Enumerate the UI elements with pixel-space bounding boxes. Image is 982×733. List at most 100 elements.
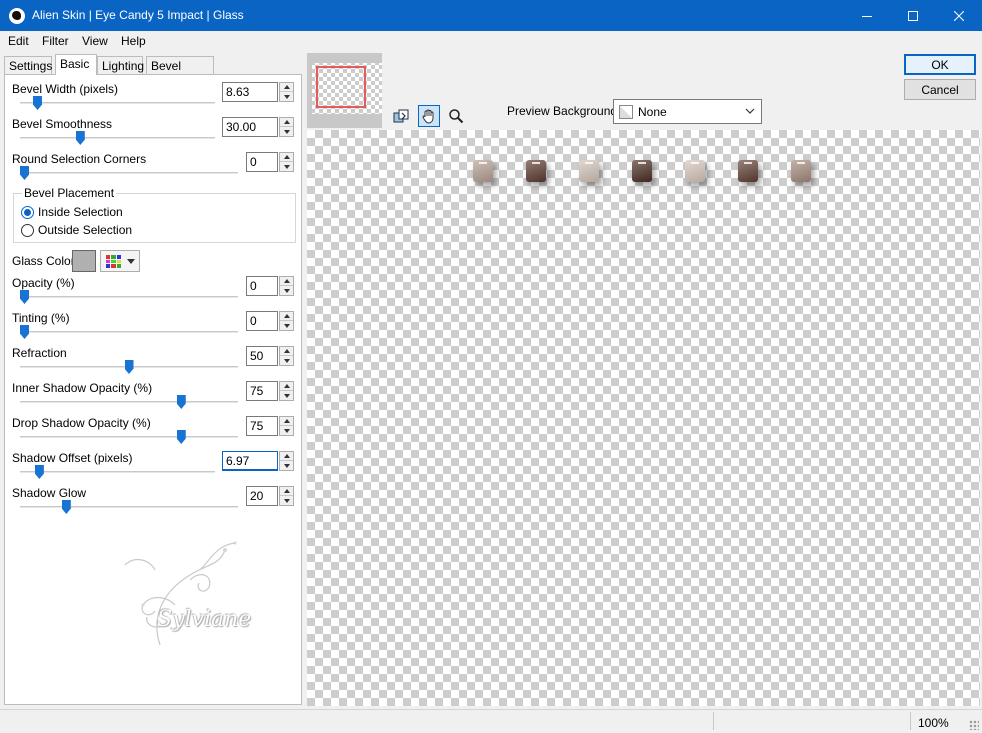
bevel-smoothness-slider-thumb[interactable] <box>75 131 85 145</box>
menu-help[interactable]: Help <box>121 34 146 48</box>
selection-preview-button[interactable] <box>390 105 412 127</box>
inside-selection-label[interactable]: Inside Selection <box>38 205 123 219</box>
preview-background-label: Preview Background: <box>507 104 621 118</box>
inner-shadow-opacity-slider-thumb[interactable] <box>176 395 186 409</box>
drop-shadow-opacity-slider-track[interactable] <box>20 436 238 438</box>
bevel-smoothness-input[interactable]: 30.00 <box>222 117 278 137</box>
shadow-glow-slider-track[interactable] <box>20 506 238 508</box>
inside-selection-radio[interactable] <box>21 206 34 219</box>
preview-background-select[interactable]: None <box>613 99 762 124</box>
refraction-arrows[interactable] <box>279 346 294 366</box>
shadow-glow-arrows[interactable] <box>279 486 294 506</box>
refraction-input[interactable]: 50 <box>246 346 278 366</box>
drop-shadow-opacity-arrows[interactable] <box>279 416 294 436</box>
spin-up-icon[interactable] <box>280 118 293 127</box>
glass-tile <box>473 160 493 182</box>
tab-basic[interactable]: Basic <box>55 54 97 75</box>
drop-shadow-opacity-label: Drop Shadow Opacity (%) <box>12 416 151 430</box>
cancel-button[interactable]: Cancel <box>904 79 976 100</box>
bevel-placement-group: Bevel Placement Inside Selection Outside… <box>13 186 296 243</box>
round-corners-arrows[interactable] <box>279 152 294 172</box>
spin-up-icon[interactable] <box>280 277 293 286</box>
bevel-width-slider-thumb[interactable] <box>33 96 43 110</box>
spin-down-icon[interactable] <box>280 162 293 171</box>
outside-selection-label[interactable]: Outside Selection <box>38 223 132 237</box>
shadow-offset-arrows[interactable] <box>279 451 294 471</box>
round-corners-slider-thumb[interactable] <box>20 166 29 180</box>
shadow-glow-input[interactable]: 20 <box>246 486 278 506</box>
window-title: Alien Skin | Eye Candy 5 Impact | Glass <box>32 8 244 22</box>
inner-shadow-opacity-slider-track[interactable] <box>20 401 238 403</box>
opacity-slider-thumb[interactable] <box>20 290 29 304</box>
spin-down-icon[interactable] <box>280 92 293 101</box>
refraction-slider-thumb[interactable] <box>124 360 134 374</box>
menu-edit[interactable]: Edit <box>8 34 29 48</box>
spin-up-icon[interactable] <box>280 153 293 162</box>
zoom-tool-button[interactable] <box>445 105 467 127</box>
navigator-thumbnail[interactable] <box>307 53 382 128</box>
spin-down-icon[interactable] <box>280 356 293 365</box>
bevel-width-slider-track[interactable] <box>20 102 215 104</box>
alien-skin-icon[interactable] <box>9 8 25 24</box>
close-button[interactable] <box>936 0 982 31</box>
spin-down-icon[interactable] <box>280 426 293 435</box>
bevel-smoothness-arrows[interactable] <box>279 117 294 137</box>
spin-up-icon[interactable] <box>280 83 293 92</box>
opacity-slider-track[interactable] <box>20 296 238 298</box>
zoom-level: 100% <box>918 716 949 730</box>
outside-selection-radio[interactable] <box>21 224 34 237</box>
tinting-slider-track[interactable] <box>20 331 238 333</box>
minimize-button[interactable] <box>844 0 890 31</box>
spin-down-icon[interactable] <box>280 496 293 505</box>
menu-filter[interactable]: Filter <box>42 34 69 48</box>
spin-down-icon[interactable] <box>280 286 293 295</box>
opacity-input[interactable]: 0 <box>246 276 278 296</box>
spin-up-icon[interactable] <box>280 452 293 461</box>
tinting-label: Tinting (%) <box>12 311 70 325</box>
title-bar: Alien Skin | Eye Candy 5 Impact | Glass <box>0 0 982 31</box>
spin-up-icon[interactable] <box>280 487 293 496</box>
spin-up-icon[interactable] <box>280 312 293 321</box>
tab-lighting[interactable]: Lighting <box>97 56 144 74</box>
tinting-arrows[interactable] <box>279 311 294 331</box>
hand-tool-button[interactable] <box>418 105 440 127</box>
opacity-arrows[interactable] <box>279 276 294 296</box>
glass-tile <box>632 160 652 182</box>
spin-down-icon[interactable] <box>280 321 293 330</box>
shadow-glow-slider-thumb[interactable] <box>61 500 71 514</box>
spin-down-icon[interactable] <box>280 127 293 136</box>
round-corners-slider-track[interactable] <box>20 172 238 174</box>
spin-up-icon[interactable] <box>280 347 293 356</box>
shadow-offset-slider-thumb[interactable] <box>34 465 44 479</box>
inner-shadow-opacity-arrows[interactable] <box>279 381 294 401</box>
bevel-placement-legend: Bevel Placement <box>22 186 117 200</box>
maximize-button[interactable] <box>890 0 936 31</box>
tab-bevel-profile[interactable]: Bevel Profile <box>146 56 214 87</box>
drop-shadow-opacity-slider-thumb[interactable] <box>176 430 186 444</box>
round-corners-label: Round Selection Corners <box>12 152 147 166</box>
resize-grip-icon[interactable] <box>969 720 979 730</box>
navigator-selection-rect[interactable] <box>316 66 366 108</box>
tab-settings[interactable]: Settings <box>4 56 52 74</box>
spin-up-icon[interactable] <box>280 417 293 426</box>
spin-up-icon[interactable] <box>280 382 293 391</box>
bevel-smoothness-slider-track[interactable] <box>20 137 215 139</box>
shadow-offset-slider-track[interactable] <box>20 471 215 473</box>
inner-shadow-opacity-input[interactable]: 75 <box>246 381 278 401</box>
color-picker-button[interactable] <box>100 250 140 272</box>
ok-button[interactable]: OK <box>904 54 976 75</box>
sylviane-watermark: Sylviane <box>105 535 265 655</box>
glass-color-swatch[interactable] <box>72 250 96 272</box>
bevel-width-arrows[interactable] <box>279 82 294 102</box>
bevel-width-input[interactable]: 8.63 <box>222 82 278 102</box>
round-corners-input[interactable]: 0 <box>246 152 278 172</box>
menu-view[interactable]: View <box>82 34 108 48</box>
shadow-offset-input[interactable]: 6.97 <box>222 451 278 471</box>
tinting-input[interactable]: 0 <box>246 311 278 331</box>
spin-down-icon[interactable] <box>280 391 293 400</box>
drop-shadow-opacity-input[interactable]: 75 <box>246 416 278 436</box>
preview-canvas[interactable] <box>307 130 980 706</box>
tinting-slider-thumb[interactable] <box>20 325 29 339</box>
shadow-offset-label: Shadow Offset (pixels) <box>12 451 133 465</box>
spin-down-icon[interactable] <box>280 461 293 470</box>
